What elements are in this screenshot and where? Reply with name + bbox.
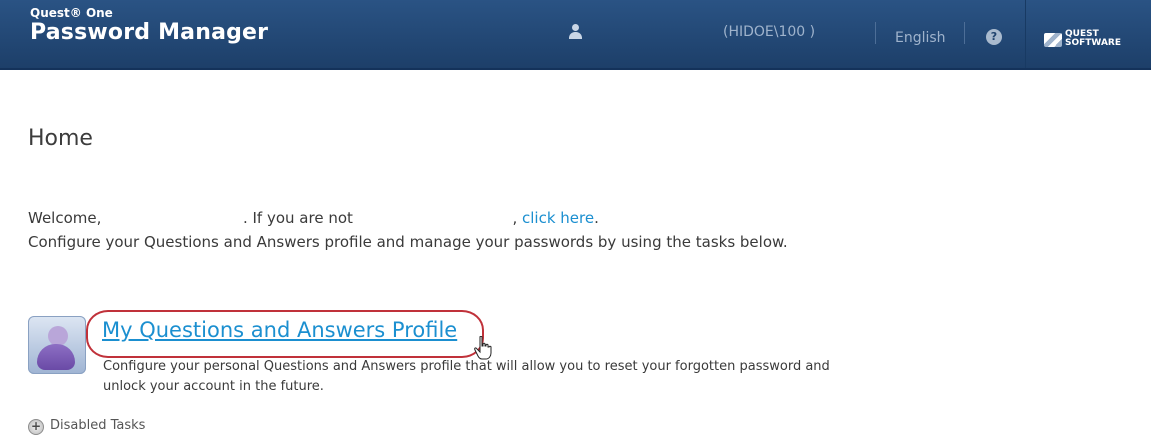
page-title: Home (28, 126, 93, 151)
quest-software-logo: QUEST SOFTWARE (1044, 30, 1151, 52)
user-domain: (HIDOE\100 ) (723, 24, 816, 40)
not-you-link[interactable]: click here (522, 209, 594, 227)
task-description: Configure your personal Questions and An… (103, 359, 830, 394)
instructions: Configure your Questions and Answers pro… (28, 233, 788, 251)
welcome-period: . (594, 209, 599, 227)
person-profile-icon[interactable] (28, 316, 86, 374)
disabled-tasks-label[interactable]: Disabled Tasks (50, 418, 145, 433)
app-header: Quest® One Password Manager (HIDOE\100 )… (0, 0, 1151, 70)
task-highlight: My Questions and Answers Profile (86, 310, 484, 358)
header-divider (875, 22, 876, 44)
user-icon (568, 24, 584, 40)
questions-answers-profile-link[interactable]: My Questions and Answers Profile (102, 318, 457, 342)
app-logo: Quest® One Password Manager (30, 6, 268, 46)
welcome-mid: . If you are not (242, 209, 353, 227)
brand-top: Quest® One (30, 6, 113, 20)
brand-main: Password Manager (30, 20, 269, 45)
help-icon[interactable]: ? (986, 29, 1002, 45)
quest-logo-text: QUEST SOFTWARE (1065, 29, 1121, 48)
header-divider (1025, 0, 1026, 68)
welcome-message: Welcome, . If you are not , click here. … (28, 206, 788, 254)
welcome-comma: , (512, 209, 518, 227)
header-divider (964, 22, 965, 44)
welcome-prefix: Welcome, (28, 209, 102, 227)
quest-logo-mark-icon (1044, 33, 1062, 47)
language-selector[interactable]: English (895, 30, 946, 46)
plus-circle-icon[interactable]: + (28, 419, 44, 435)
